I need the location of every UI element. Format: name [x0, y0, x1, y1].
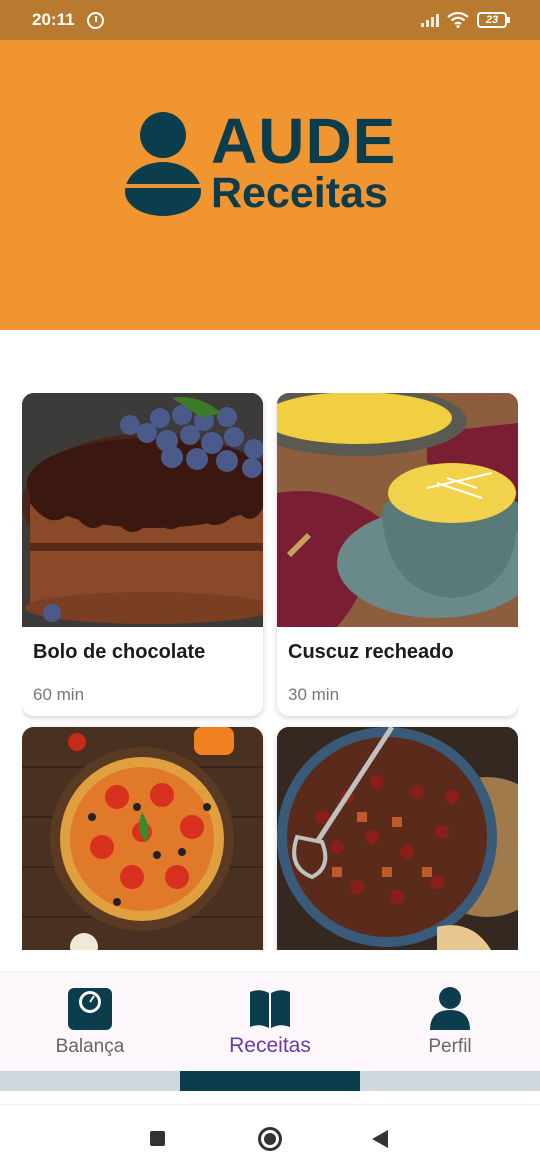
recipe-card[interactable]: Bolo de chocolate 60 min	[22, 393, 263, 716]
recipe-image	[277, 393, 518, 627]
header-banner: AUDE Receitas	[0, 40, 540, 330]
signal-icon	[421, 13, 439, 27]
nav-label: Receitas	[229, 1034, 311, 1057]
nav-active-indicator	[180, 1071, 360, 1091]
battery-icon: 23	[477, 12, 510, 28]
back-icon[interactable]	[372, 1130, 388, 1148]
recipe-title: Cuscuz recheado	[288, 641, 454, 663]
alarm-icon	[86, 11, 104, 29]
status-bar: 20:11 23	[0, 0, 540, 40]
nav-item-balanca[interactable]: Balança	[0, 972, 180, 1072]
book-icon	[250, 990, 290, 1028]
recipe-title: Bolo de chocolate	[33, 641, 206, 663]
scale-icon	[68, 988, 112, 1030]
recents-icon[interactable]	[150, 1131, 165, 1146]
nav-item-receitas[interactable]: Receitas	[180, 972, 360, 1072]
logo-subtitle: Receitas	[211, 169, 388, 217]
recipe-image	[22, 727, 263, 950]
recipe-time: 30 min	[288, 685, 340, 704]
logo-person-icon	[125, 112, 201, 216]
recipe-image	[277, 727, 518, 950]
system-navigation-bar	[0, 1104, 540, 1170]
recipe-grid: Bolo de chocolate 60 min Cuscuz recheado…	[22, 393, 518, 950]
person-icon	[430, 987, 470, 1030]
recipe-image	[22, 393, 263, 627]
nav-item-perfil[interactable]: Perfil	[360, 972, 540, 1072]
home-icon[interactable]	[258, 1127, 282, 1151]
recipe-card[interactable]	[22, 727, 263, 950]
status-time: 20:11	[32, 10, 75, 29]
app-logo: AUDE Receitas	[125, 106, 425, 222]
bottom-navigation: Balança Receitas Perfil	[0, 971, 540, 1071]
wifi-icon	[447, 12, 469, 28]
recipe-time: 60 min	[33, 685, 85, 704]
status-icons: 23	[421, 12, 510, 28]
recipe-card[interactable]: Cuscuz recheado 30 min	[277, 393, 518, 716]
recipe-card[interactable]	[277, 727, 518, 950]
nav-label: Balança	[55, 1036, 125, 1057]
logo-title: AUDE	[211, 105, 397, 177]
nav-label: Perfil	[428, 1036, 472, 1057]
battery-level: 23	[477, 12, 507, 28]
